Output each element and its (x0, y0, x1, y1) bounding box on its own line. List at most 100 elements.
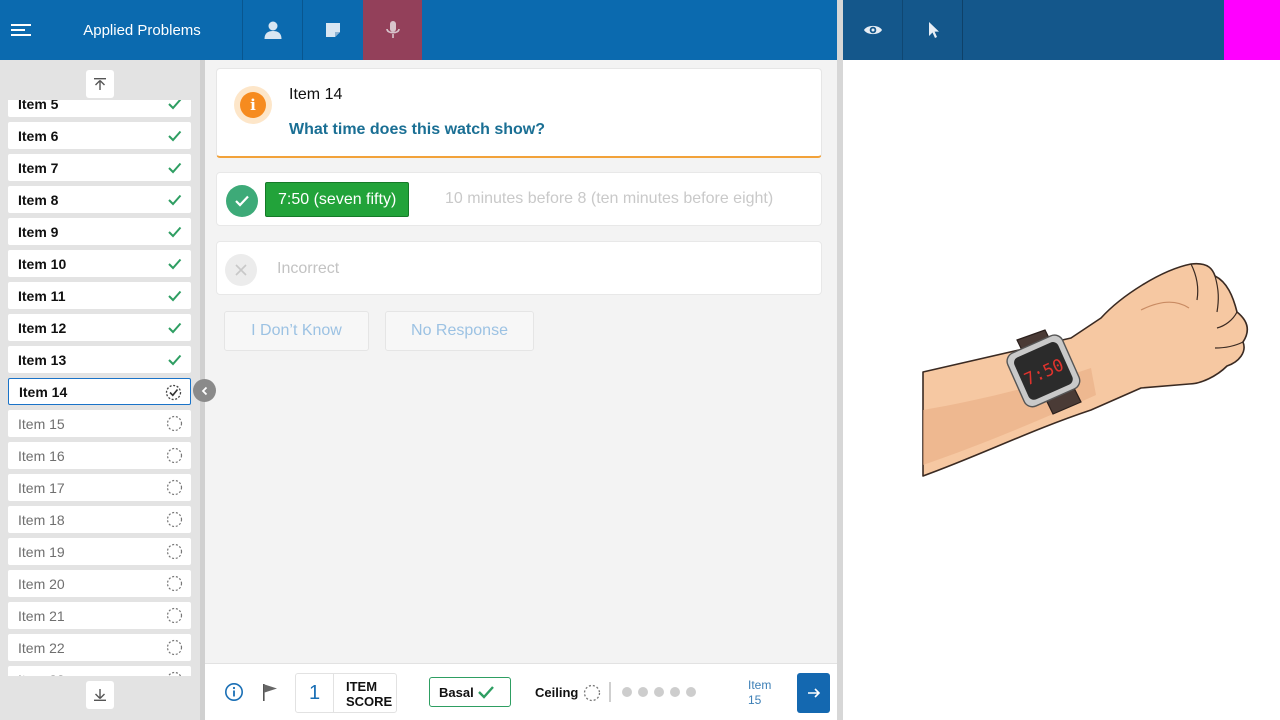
checkmark-icon (478, 686, 494, 699)
in-progress-icon (165, 384, 182, 401)
eye-icon (863, 25, 882, 35)
sidebar-item[interactable]: Item 23 (8, 666, 191, 676)
correct-answer-chip[interactable]: 7:50 (seven fifty) (265, 182, 410, 217)
sidebar-item[interactable]: Item 19 (8, 538, 191, 565)
pointer-icon (928, 22, 939, 38)
item-score-box: 1 ITEM SCORE (295, 673, 397, 713)
pending-circle-icon (166, 479, 183, 496)
item-sidebar: Item 5 Item 6 Item 7 Item 8 Item 9 Item 10 Ite… (0, 60, 200, 720)
sidebar-item[interactable]: Item 8 (8, 186, 191, 213)
correct-response-row[interactable]: 7:50 (seven fifty) 10 minutes before 8 (… (216, 172, 822, 226)
app-title: Applied Problems (83, 21, 201, 39)
pending-circle-icon (167, 671, 182, 676)
basal-label: Basal (439, 684, 474, 700)
checkmark-icon (235, 195, 249, 207)
sidebar-item[interactable]: Item 7 (8, 154, 191, 181)
sidebar-item[interactable]: Item 6 (8, 122, 191, 149)
sidebar-item[interactable]: Item 16 (8, 442, 191, 469)
sidebar-item[interactable]: Item 18 (8, 506, 191, 533)
sidebar-item-label: Item 11 (18, 287, 66, 304)
ceiling-dot (622, 687, 632, 697)
sidebar-item[interactable]: Item 5 (8, 100, 191, 117)
ceiling-progress-dots (622, 687, 696, 697)
arrow-up-to-top-icon (94, 78, 106, 90)
microphone-button[interactable] (363, 0, 422, 60)
sidebar-item-label: Item 17 (18, 479, 65, 496)
checkmark-icon (168, 194, 182, 206)
question-panel: i Item 14 What time does this watch show… (205, 60, 837, 663)
item-score-label-line1: ITEM (346, 679, 378, 694)
ceiling-dot (670, 687, 680, 697)
view-button[interactable] (843, 0, 902, 60)
pending-circle-icon (166, 415, 183, 432)
sidebar-item[interactable]: Item 20 (8, 570, 191, 597)
checkmark-icon (168, 290, 182, 302)
collapse-sidebar-button[interactable] (193, 379, 216, 402)
flag-icon[interactable] (260, 682, 280, 702)
sidebar-item[interactable]: Item 10 (8, 250, 191, 277)
sidebar-item[interactable]: Item 15 (8, 410, 191, 437)
menu-button[interactable] (0, 0, 42, 60)
next-item-label: Item 15 (748, 678, 771, 708)
wrist-watch-illustration: 7:50 (922, 262, 1249, 477)
sidebar-item-label: Item 13 (18, 351, 67, 368)
pending-circle-icon (583, 684, 601, 702)
sidebar-item-label: Item 6 (18, 127, 59, 144)
x-icon (235, 264, 247, 276)
item-score-label: ITEM SCORE (346, 679, 398, 709)
next-item-label-line2: 15 (748, 693, 762, 707)
sidebar-item-label: Item 7 (18, 159, 59, 176)
item-list: Item 5 Item 6 Item 7 Item 8 Item 9 Item 10 Ite… (0, 100, 200, 676)
stimulus-panel: 7:50 (843, 60, 1280, 720)
checkmark-icon (168, 354, 182, 366)
alternate-answer: 10 minutes before 8 (ten minutes before … (445, 190, 774, 207)
question-item-title: Item 14 (289, 86, 343, 103)
sidebar-item[interactable]: Item 22 (8, 634, 191, 661)
checkmark-icon (168, 258, 182, 270)
sidebar-item-label: Item 18 (18, 511, 65, 528)
ceiling-dot (686, 687, 696, 697)
sidebar-item[interactable]: Item 9 (8, 218, 191, 245)
note-icon (325, 23, 340, 37)
sidebar-item-label: Item 14 (19, 383, 68, 400)
menu-icon (11, 24, 31, 36)
microphone-icon (385, 21, 400, 38)
ceiling-label: Ceiling (535, 685, 579, 700)
item-score-value: 1 (296, 674, 334, 712)
pointer-button[interactable] (903, 0, 962, 60)
sidebar-item[interactable]: Item 17 (8, 474, 191, 501)
ceiling-dot (654, 687, 664, 697)
correct-check-button[interactable] (226, 185, 258, 217)
checkmark-icon (168, 226, 182, 238)
incorrect-response-row[interactable]: Incorrect (216, 241, 822, 295)
dont-know-button[interactable]: I Don’t Know (224, 311, 369, 351)
info-icon: i (240, 92, 266, 118)
checkmark-icon (168, 100, 182, 110)
sidebar-item[interactable]: Item 14 (8, 378, 191, 405)
notes-button[interactable] (303, 0, 362, 60)
top-toolbar: Applied Problems (0, 0, 837, 60)
sidebar-item[interactable]: Item 13 (8, 346, 191, 373)
sidebar-item-label: Item 21 (18, 607, 65, 624)
sidebar-item-label: Item 9 (18, 223, 59, 240)
sidebar-item-label: Item 23 (18, 672, 65, 677)
pending-circle-icon (166, 639, 183, 656)
no-response-button[interactable]: No Response (385, 311, 534, 351)
sidebar-item[interactable]: Item 12 (8, 314, 191, 341)
checkmark-icon (168, 322, 182, 334)
item-score-label-line2: SCORE (346, 694, 393, 709)
pending-circle-icon (166, 575, 183, 592)
incorrect-label: Incorrect (277, 260, 340, 277)
marker-swatch (1224, 0, 1280, 60)
ceiling-dot (638, 687, 648, 697)
sidebar-item[interactable]: Item 11 (8, 282, 191, 309)
sidebar-item[interactable]: Item 21 (8, 602, 191, 629)
scroll-to-bottom-button[interactable] (86, 681, 114, 709)
incorrect-button[interactable] (225, 254, 257, 286)
scroll-to-top-button[interactable] (86, 70, 114, 98)
pending-circle-icon (166, 511, 183, 528)
examinee-button[interactable] (243, 0, 302, 60)
next-item-button[interactable] (797, 673, 830, 713)
info-outline-icon[interactable] (224, 682, 244, 702)
basal-indicator: Basal (429, 677, 511, 707)
